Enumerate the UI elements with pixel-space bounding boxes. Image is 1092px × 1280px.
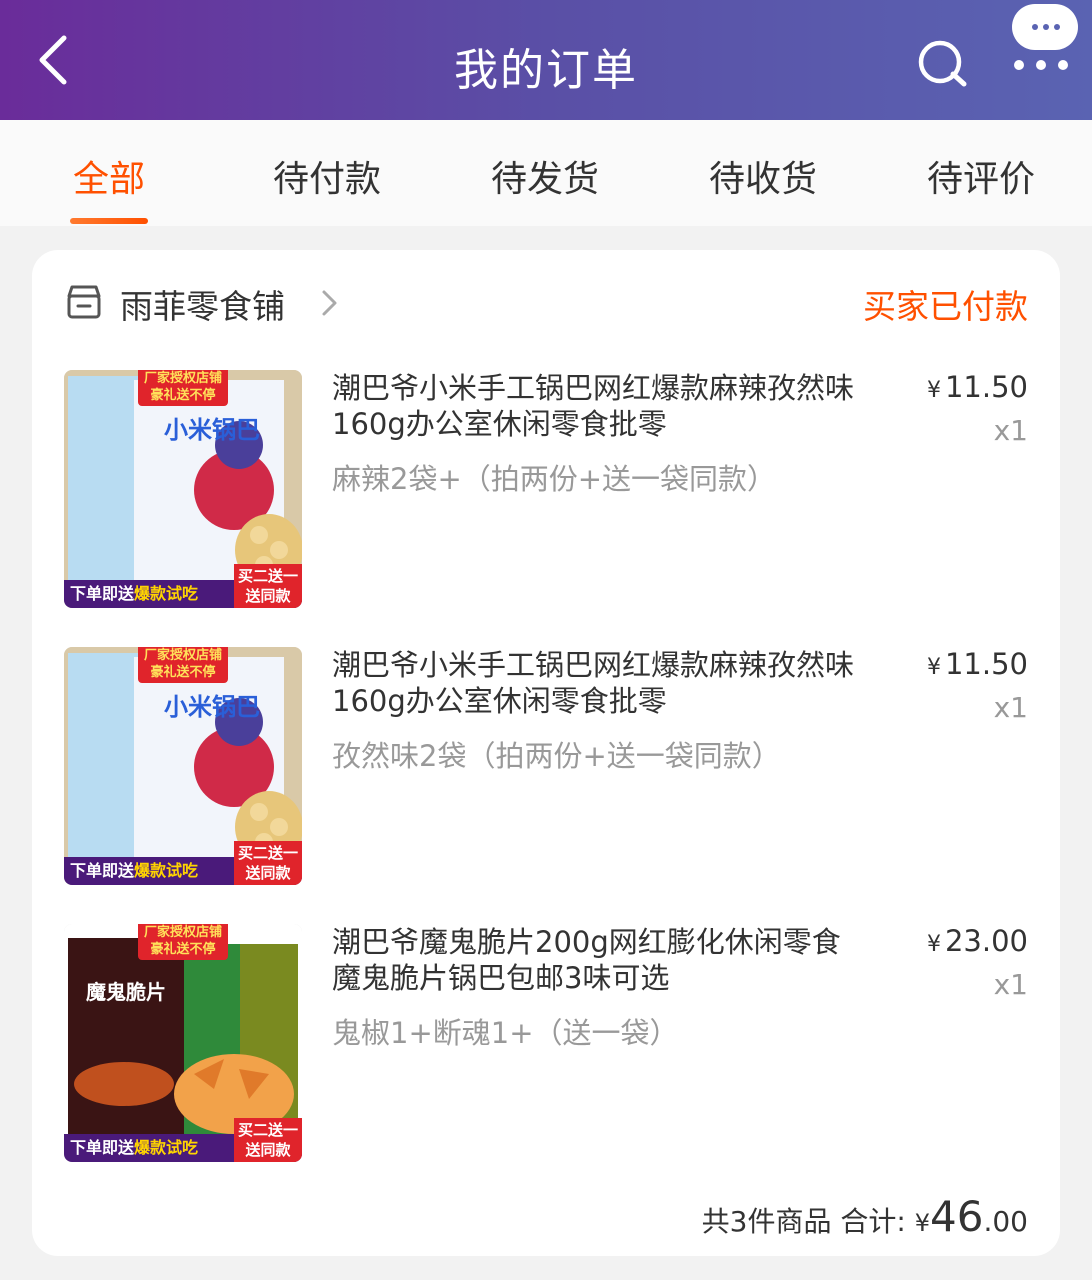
currency-symbol: ¥	[926, 655, 941, 680]
tab-pending-shipment[interactable]: 待发货	[460, 150, 630, 202]
active-tab-indicator	[70, 218, 148, 224]
order-item[interactable]: 小米锅巴 厂家授权店铺 豪礼送不停 下单即送爆款试吃 买二送一 送同款 潮巴爷小…	[32, 647, 1060, 887]
tab-all[interactable]: 全部	[24, 150, 194, 202]
item-price-value: 23.00	[944, 924, 1028, 958]
product-thumbnail[interactable]: 魔鬼脆片 厂家授权店铺 豪礼送不停 下单即送爆款试吃 买二送一 送同款	[64, 924, 302, 1162]
item-quantity: x1	[993, 968, 1028, 1001]
item-title[interactable]: 潮巴爷小米手工锅巴网红爆款麻辣孜然味160g办公室休闲零食批零	[332, 647, 862, 719]
order-item[interactable]: 小米锅巴 厂家授权店铺 豪礼送不停 下单即送爆款试吃 买二送一 送同款 潮巴爷小…	[32, 370, 1060, 610]
thumb-corner-badge: 买二送一 送同款	[234, 841, 302, 885]
total-integer: 46	[930, 1192, 984, 1241]
order-status: 买家已付款	[863, 287, 1028, 326]
thumb-banner-prefix: 下单即送	[70, 1138, 135, 1157]
message-bubble-icon	[1012, 4, 1078, 50]
tab-pending-review[interactable]: 待评价	[896, 150, 1066, 202]
item-price-value: 11.50	[944, 647, 1028, 681]
item-count: 共3件商品	[701, 1205, 832, 1238]
thumb-banner-prefix: 下单即送	[70, 584, 135, 603]
thumb-badge: 厂家授权店铺 豪礼送不停	[138, 924, 228, 960]
item-sku: 鬼椒1+断魂1+（送一袋）	[332, 1016, 679, 1050]
item-sku: 孜然味2袋（拍两份+送一袋同款）	[332, 739, 781, 773]
item-title[interactable]: 潮巴爷魔鬼脆片200g网红膨化休闲零食魔鬼脆片锅巴包邮3味可选	[332, 924, 862, 996]
tab-pending-receipt[interactable]: 待收货	[678, 150, 848, 202]
item-quantity: x1	[993, 414, 1028, 447]
thumb-banner-highlight: 爆款试吃	[134, 861, 199, 880]
order-summary: 共3件商品 合计: ¥46.00	[702, 1192, 1028, 1241]
top-navigation-bar: 我的订单	[0, 0, 1092, 120]
currency-symbol: ¥	[914, 1209, 931, 1237]
total-decimal: .00	[983, 1205, 1028, 1238]
item-price: ¥11.50	[927, 647, 1028, 681]
thumb-badge: 厂家授权店铺 豪礼送不停	[138, 647, 228, 683]
store-header[interactable]: 雨菲零食铺 买家已付款	[32, 250, 1060, 354]
item-price: ¥11.50	[927, 370, 1028, 404]
store-icon	[64, 282, 104, 322]
total-label: 合计:	[840, 1205, 906, 1238]
thumb-banner-highlight: 爆款试吃	[134, 1138, 199, 1157]
more-icon[interactable]	[1004, 0, 1092, 80]
thumb-corner-badge: 买二送一 送同款	[234, 1118, 302, 1162]
thumb-banner-prefix: 下单即送	[70, 861, 135, 880]
item-price: ¥23.00	[927, 924, 1028, 958]
item-sku: 麻辣2袋+（拍两份+送一袋同款）	[332, 462, 777, 496]
item-title[interactable]: 潮巴爷小米手工锅巴网红爆款麻辣孜然味160g办公室休闲零食批零	[332, 370, 862, 442]
product-thumbnail[interactable]: 小米锅巴 厂家授权店铺 豪礼送不停 下单即送爆款试吃 买二送一 送同款	[64, 647, 302, 885]
thumb-product-name: 魔鬼脆片	[86, 980, 166, 1004]
chevron-right-icon	[320, 288, 340, 318]
thumb-badge: 厂家授权店铺 豪礼送不停	[138, 370, 228, 406]
search-icon[interactable]	[916, 38, 970, 88]
currency-symbol: ¥	[926, 932, 941, 957]
product-thumbnail[interactable]: 小米锅巴 厂家授权店铺 豪礼送不停 下单即送爆款试吃 买二送一 送同款	[64, 370, 302, 608]
tab-pending-payment[interactable]: 待付款	[242, 150, 412, 202]
store-name[interactable]: 雨菲零食铺	[120, 280, 285, 328]
thumb-corner-badge: 买二送一 送同款	[234, 564, 302, 608]
currency-symbol: ¥	[926, 378, 941, 403]
order-card[interactable]: 雨菲零食铺 买家已付款 小米锅巴 厂家授权店铺 豪礼送不停 下单即送爆款试吃 买…	[32, 250, 1060, 1256]
thumb-product-name: 小米锅巴	[164, 693, 260, 721]
order-item[interactable]: 魔鬼脆片 厂家授权店铺 豪礼送不停 下单即送爆款试吃 买二送一 送同款 潮巴爷魔…	[32, 924, 1060, 1164]
item-quantity: x1	[993, 691, 1028, 724]
thumb-product-name: 小米锅巴	[164, 416, 260, 444]
thumb-banner-highlight: 爆款试吃	[134, 584, 199, 603]
order-tabs: 全部 待付款 待发货 待收货 待评价	[0, 120, 1092, 226]
item-price-value: 11.50	[944, 370, 1028, 404]
